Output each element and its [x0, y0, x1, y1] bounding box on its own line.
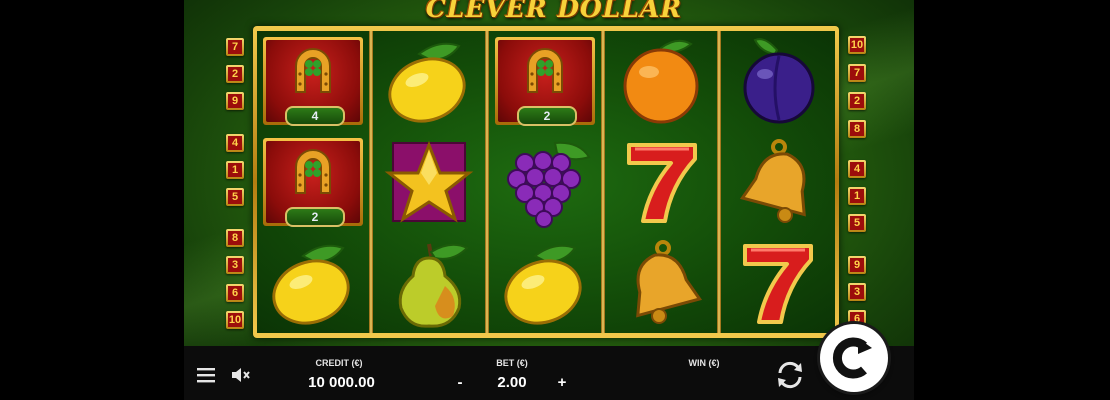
star-icon	[384, 140, 474, 223]
sound-muted-icon[interactable]	[230, 366, 252, 384]
bet-increase-button[interactable]: +	[554, 374, 570, 391]
symbol-lemon	[373, 31, 485, 131]
lemon-icon	[272, 244, 350, 325]
symbol-seven	[721, 233, 833, 333]
symbol-orange	[605, 31, 717, 131]
horseshoe-icon	[527, 48, 563, 93]
hamburger-icon[interactable]	[196, 366, 216, 384]
plum-icon	[743, 38, 815, 124]
payline-indicator: 10	[226, 311, 244, 329]
sticky-frame: 2	[495, 37, 595, 126]
game-logo: CLEVER DOLLAR	[425, 0, 683, 23]
payline-indicator: 3	[226, 256, 244, 274]
payline-indicator: 8	[848, 120, 866, 138]
payline-indicator: 4	[226, 134, 244, 152]
lemon-icon	[504, 244, 582, 325]
payline-indicator: 7	[848, 64, 866, 82]
symbol-horseshoe-sticky: 2	[257, 132, 369, 232]
payline-indicator: 10	[848, 36, 866, 54]
payline-indicator: 4	[848, 160, 866, 178]
payline-indicator: 8	[226, 229, 244, 247]
payline-indicator: 6	[226, 284, 244, 302]
payline-indicator: 5	[848, 214, 866, 232]
payline-indicator: 9	[226, 92, 244, 110]
spin-icon	[832, 337, 872, 379]
credit-label: CREDIT (€)	[315, 358, 363, 368]
horseshoe-icon	[295, 149, 331, 194]
pear-icon	[398, 243, 469, 328]
symbol-lemon	[489, 233, 601, 333]
payline-indicator: 7	[226, 38, 244, 56]
sticky-counter: 2	[285, 207, 345, 227]
horseshoe-icon	[295, 48, 331, 93]
payline-indicator: 2	[848, 92, 866, 110]
grapes-icon	[507, 141, 591, 228]
game-area: CLEVER DOLLAR 7 2 9 4 1 5 8 3 6 10 10 7 …	[184, 0, 914, 400]
symbol-plum	[721, 31, 833, 131]
symbol-bell	[721, 132, 833, 232]
symbol-grapes	[489, 132, 601, 232]
seven-icon	[627, 143, 697, 223]
bell-icon	[739, 139, 806, 223]
bell-icon	[636, 240, 703, 324]
bet-value: 2.00	[497, 374, 527, 391]
symbol-bell	[605, 233, 717, 333]
symbol-star	[373, 132, 485, 232]
control-bar: CREDIT (€) 10 000.00 BET (€) - 2.00 + WI…	[184, 346, 914, 400]
orange-icon	[623, 39, 699, 124]
payline-indicator: 5	[226, 188, 244, 206]
sticky-frame: 2	[263, 138, 363, 227]
win-label: WIN (€)	[688, 358, 720, 368]
payline-indicator: 2	[226, 65, 244, 83]
symbol-seven	[605, 132, 717, 232]
sticky-counter: 4	[285, 106, 345, 126]
credit-value: 10 000.00	[308, 374, 375, 391]
symbol-horseshoe-sticky: 4	[257, 31, 369, 131]
seven-icon	[743, 244, 813, 324]
symbol-pear	[373, 233, 485, 333]
sticky-counter: 2	[517, 106, 577, 126]
reel-area: 4 2 2	[257, 31, 835, 333]
payline-indicator: 1	[226, 161, 244, 179]
spin-button[interactable]	[820, 324, 888, 392]
autoplay-icon[interactable]	[774, 360, 806, 390]
payline-indicator: 9	[848, 256, 866, 274]
bet-decrease-button[interactable]: -	[452, 374, 468, 391]
payline-indicator: 3	[848, 283, 866, 301]
lemon-icon	[388, 42, 466, 123]
symbol-lemon	[257, 233, 369, 333]
symbol-horseshoe-sticky: 2	[489, 31, 601, 131]
payline-indicator: 1	[848, 187, 866, 205]
bet-label: BET (€)	[496, 358, 528, 368]
sticky-frame: 4	[263, 37, 363, 126]
